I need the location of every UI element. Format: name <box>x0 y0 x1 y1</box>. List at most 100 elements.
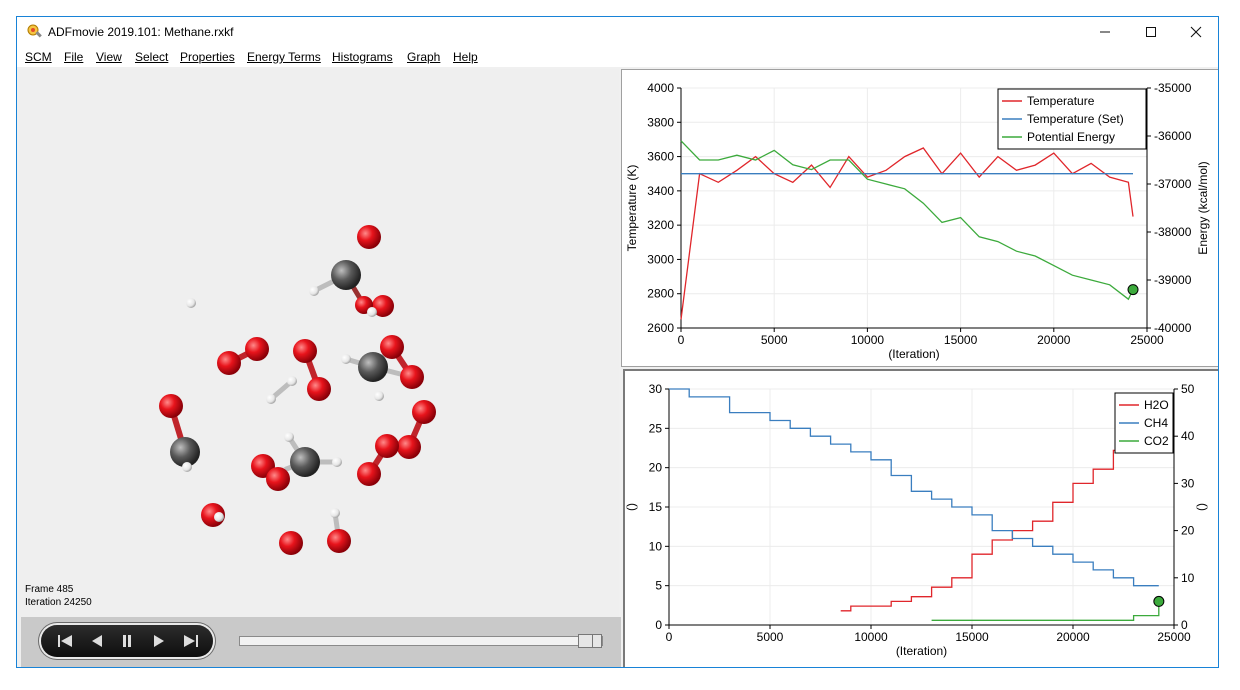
menu-properties[interactable]: Properties <box>180 50 235 64</box>
temperature-energy-chart-panel[interactable]: 0 5000 10000 15000 20000 25000 4000 3800 3600 340… <box>621 69 1219 367</box>
y-left-tick-label: 30 <box>649 382 663 396</box>
menu-energy-terms[interactable]: Energy Terms <box>247 50 321 64</box>
y-left-tick-label: 2600 <box>647 321 674 335</box>
x-tick-label: 5000 <box>757 630 784 644</box>
menu-scm[interactable]: SCM <box>25 50 52 64</box>
oxygen-atom[interactable] <box>327 529 351 553</box>
temperature-energy-chart[interactable]: 0 5000 10000 15000 20000 25000 4000 3800 3600 340… <box>622 70 1219 366</box>
oxygen-atom[interactable] <box>397 435 421 459</box>
y-left-axis-label: Temperature (K) <box>625 165 639 252</box>
y-right-tick-label: 40 <box>1181 429 1195 443</box>
hydrogen-atom[interactable] <box>284 432 294 442</box>
x-tick-label: 5000 <box>761 333 788 347</box>
molecule-count-chart[interactable]: 0 5000 10000 15000 20000 25000302520151050504… <box>624 371 1219 667</box>
y-left-axis-label: () <box>625 503 638 511</box>
oxygen-atom[interactable] <box>245 337 269 361</box>
menu-graph[interactable]: Graph <box>407 50 440 64</box>
y-left-tick-label: 20 <box>649 461 663 475</box>
y-right-tick-label: -35000 <box>1154 81 1192 95</box>
oxygen-atom[interactable] <box>357 462 381 486</box>
oxygen-atom[interactable] <box>357 225 381 249</box>
oxygen-atom[interactable] <box>380 335 404 359</box>
oxygen-atom[interactable] <box>279 531 303 555</box>
skip-to-end-icon[interactable] <box>181 633 201 649</box>
menu-help[interactable]: Help <box>453 50 478 64</box>
oxygen-atom[interactable] <box>412 400 436 424</box>
hydrogen-atom[interactable] <box>182 462 192 472</box>
carbon-atom[interactable] <box>331 260 361 290</box>
hydrogen-atom[interactable] <box>186 298 196 308</box>
atom-group <box>159 225 436 555</box>
molecule-count-chart-panel[interactable]: 0 5000 10000 15000 20000 25000 30 25 20 15 10 5 0 50 4… <box>623 369 1219 667</box>
molecule-viewport[interactable]: Frame 485 Iteration 24250 <box>19 69 621 667</box>
minimize-button[interactable] <box>1082 17 1128 47</box>
x-axis-label: (Iteration) <box>888 347 939 361</box>
y-right-axis-label: Energy (kcal/mol) <box>1196 161 1210 254</box>
frame-info: Frame 485 Iteration 24250 <box>25 583 92 609</box>
y-left-tick-label: 3800 <box>647 115 674 129</box>
hydrogen-atom[interactable] <box>214 512 224 522</box>
oxygen-atom[interactable] <box>217 351 241 375</box>
frame-slider[interactable] <box>239 634 603 648</box>
x-tick-label: 0 <box>666 630 673 644</box>
x-tick-label: 20000 <box>1056 630 1090 644</box>
y-right-tick-label: -36000 <box>1154 129 1192 143</box>
title-bar: ADFmovie 2019.101: Methane.rxkf <box>17 17 1218 47</box>
x-tick-label: 0 <box>678 333 685 347</box>
oxygen-atom[interactable] <box>293 339 317 363</box>
oxygen-atom[interactable] <box>375 434 399 458</box>
hydrogen-atom[interactable] <box>374 391 384 401</box>
iteration-label: Iteration 24250 <box>25 597 92 608</box>
series-line-ch4 <box>669 388 1159 587</box>
y-left-tick-label: 4000 <box>647 81 674 95</box>
menu-view[interactable]: View <box>96 50 122 64</box>
pause-icon[interactable] <box>117 633 137 649</box>
x-tick-label: 10000 <box>851 333 885 347</box>
y-left-tick-label: 25 <box>649 421 663 435</box>
molecule-scene[interactable] <box>19 69 619 565</box>
y-right-tick-label: 0 <box>1181 618 1188 632</box>
window-title: ADFmovie 2019.101: Methane.rxkf <box>48 25 234 39</box>
x-tick-label: 15000 <box>955 630 989 644</box>
series-line-co2 <box>931 601 1160 621</box>
y-right-tick-label: 30 <box>1181 476 1195 490</box>
app-window: ADFmovie 2019.101: Methane.rxkf SCM File… <box>16 16 1219 668</box>
maximize-icon <box>1146 27 1156 37</box>
oxygen-atom[interactable] <box>400 365 424 389</box>
hydrogen-atom[interactable] <box>332 457 342 467</box>
menu-histograms[interactable]: Histograms <box>332 50 393 64</box>
chart-legend: H2O CH4 CO2 <box>1114 392 1174 454</box>
x-tick-label: 25000 <box>1130 333 1164 347</box>
y-left-tick-label: 3600 <box>647 150 674 164</box>
maximize-button[interactable] <box>1128 17 1174 47</box>
hydrogen-atom[interactable] <box>330 508 340 518</box>
current-frame-marker <box>1127 284 1139 296</box>
hydrogen-atom[interactable] <box>367 307 377 317</box>
skip-to-start-icon[interactable] <box>55 633 75 649</box>
hydrogen-atom[interactable] <box>266 394 276 404</box>
oxygen-atom[interactable] <box>266 467 290 491</box>
hydrogen-atom[interactable] <box>287 376 297 386</box>
step-back-icon[interactable] <box>87 633 107 649</box>
legend-label: CH4 <box>1144 416 1168 430</box>
legend-label: H2O <box>1144 398 1169 412</box>
hydrogen-atom[interactable] <box>309 286 319 296</box>
menu-file[interactable]: File <box>64 50 83 64</box>
series-line-h2o <box>840 426 1160 612</box>
menu-bar: SCM File View Select Properties Energy T… <box>17 47 1218 67</box>
carbon-atom[interactable] <box>290 447 320 477</box>
hydrogen-atom[interactable] <box>341 354 351 364</box>
oxygen-atom[interactable] <box>307 377 331 401</box>
series-line-potential-energy <box>680 140 1134 301</box>
y-left-tick-label: 3200 <box>647 218 674 232</box>
x-tick-label: 25000 <box>1157 630 1191 644</box>
transport-controls <box>41 625 213 657</box>
play-icon[interactable] <box>149 633 169 649</box>
frame-label: Frame 485 <box>25 584 74 595</box>
legend-label: Potential Energy <box>1027 130 1115 144</box>
carbon-atom[interactable] <box>358 352 388 382</box>
oxygen-atom[interactable] <box>159 394 183 418</box>
menu-select[interactable]: Select <box>135 50 168 64</box>
x-tick-label: 15000 <box>944 333 978 347</box>
close-button[interactable] <box>1173 17 1218 47</box>
